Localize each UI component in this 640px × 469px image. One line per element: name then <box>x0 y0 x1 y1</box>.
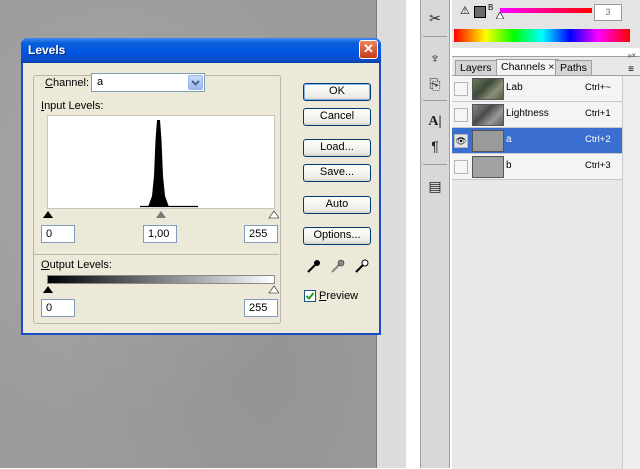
channel-shortcut: Ctrl+2 <box>585 134 611 145</box>
channel-thumbnail <box>472 156 504 178</box>
input-gamma-handle <box>156 211 166 218</box>
paragraph-icon[interactable]: ¶ <box>425 136 445 156</box>
color-spectrum[interactable] <box>454 29 630 42</box>
channel-thumbnail <box>472 130 504 152</box>
channel-name: Lab <box>506 82 523 93</box>
dock-separator <box>423 36 447 37</box>
clone-source-icon[interactable]: ⎘ <box>425 74 445 94</box>
eye-icon: 👁 <box>455 136 467 146</box>
checkmark-icon <box>305 292 315 300</box>
panel-close-icon[interactable]: × <box>631 51 636 60</box>
channel-row-lab[interactable]: Lab Ctrl+~ <box>452 76 622 102</box>
output-levels-divider <box>33 254 279 255</box>
brightness-slider-handle[interactable] <box>496 12 504 19</box>
warning-icon: ⚠ <box>460 5 470 17</box>
gray-eyedropper-icon[interactable] <box>330 258 346 274</box>
brushes-icon[interactable]: ♆ <box>425 48 445 68</box>
channels-panel: » × Layers Channels × Paths ≡ Lab Ctrl+~… <box>452 51 640 469</box>
histogram-graph <box>140 120 198 208</box>
options-button[interactable]: Options... <box>303 227 371 245</box>
panel-menu-icon[interactable]: ≡ <box>628 64 634 75</box>
channel-shortcut: Ctrl+1 <box>585 108 611 119</box>
channel-name: Lightness <box>506 108 549 119</box>
channel-row-lightness[interactable]: Lightness Ctrl+1 <box>452 102 622 128</box>
output-slider[interactable] <box>43 285 279 295</box>
dock-separator <box>423 164 447 165</box>
channel-row-b[interactable]: b Ctrl+3 <box>452 154 622 180</box>
notes-icon[interactable]: ▤ <box>425 176 445 196</box>
output-black-point-handle <box>43 286 53 293</box>
save-button[interactable]: Save... <box>303 164 371 182</box>
channel-label-text: hannel: <box>52 77 90 89</box>
channel-shortcut: Ctrl+3 <box>585 160 611 171</box>
channel-row-a[interactable]: 👁 a Ctrl+2 <box>452 128 622 154</box>
input-black-point-handle <box>43 211 53 218</box>
panel-dock-icons: ✂ ♆ ⎘ A| ¶ ▤ <box>420 0 450 468</box>
tool-presets-icon[interactable]: ✂ <box>425 8 445 28</box>
brightness-slider[interactable] <box>500 8 592 13</box>
input-levels-label: Input Levels: <box>41 100 104 112</box>
dock-separator <box>423 100 447 101</box>
tab-close-icon[interactable]: × <box>548 61 554 73</box>
levels-dialog: Levels ✕ Channel: a Input Levels: 0 1,00… <box>21 38 381 335</box>
ok-button[interactable]: OK <box>303 83 371 101</box>
channel-select-value: a <box>97 76 104 88</box>
channel-name: a <box>506 134 512 145</box>
preview-checkbox[interactable] <box>304 290 316 302</box>
output-white-point-handle <box>268 285 279 294</box>
brightness-field[interactable]: 3 <box>594 4 622 21</box>
close-icon: ✕ <box>363 41 374 56</box>
cancel-button[interactable]: Cancel <box>303 108 371 126</box>
dialog-title: Levels <box>28 43 66 57</box>
visibility-toggle[interactable] <box>454 108 468 122</box>
character-icon[interactable]: A| <box>425 112 445 132</box>
histogram <box>47 115 275 209</box>
tab-paths[interactable]: Paths <box>555 60 592 75</box>
output-white-field[interactable]: 255 <box>244 299 278 317</box>
input-slider[interactable] <box>43 210 279 220</box>
white-eyedropper-icon[interactable] <box>354 258 370 274</box>
channel-select[interactable]: a <box>91 73 205 92</box>
visibility-toggle[interactable] <box>454 82 468 96</box>
chevron-down-icon <box>191 80 200 86</box>
channel-name: b <box>506 160 512 171</box>
channel-shortcut: Ctrl+~ <box>585 82 611 93</box>
auto-button[interactable]: Auto <box>303 196 371 214</box>
load-button[interactable]: Load... <box>303 139 371 157</box>
output-levels-label: Output Levels: <box>41 259 112 271</box>
input-black-field[interactable]: 0 <box>41 225 75 243</box>
tab-layers[interactable]: Layers <box>455 60 497 75</box>
channel-label: Channel: <box>45 77 90 89</box>
color-swatch[interactable] <box>474 6 486 18</box>
input-white-field[interactable]: 255 <box>244 225 278 243</box>
output-black-field[interactable]: 0 <box>41 299 75 317</box>
channel-thumbnail <box>472 104 504 126</box>
visibility-toggle[interactable] <box>454 160 468 174</box>
visibility-toggle[interactable]: 👁 <box>454 134 468 148</box>
brightness-label: B <box>488 3 494 12</box>
output-gradient <box>47 275 275 284</box>
preview-label: Preview <box>319 290 359 302</box>
channel-thumbnail <box>472 78 504 100</box>
close-button[interactable]: ✕ <box>359 40 378 59</box>
panel-scrollbar[interactable] <box>622 76 640 469</box>
input-white-point-handle <box>268 210 279 219</box>
tab-channels[interactable]: Channels × <box>496 59 560 75</box>
dropdown-button[interactable] <box>188 75 203 90</box>
dialog-titlebar[interactable]: Levels ✕ <box>21 38 381 63</box>
black-eyedropper-icon[interactable] <box>306 258 322 274</box>
input-gamma-field[interactable]: 1,00 <box>143 225 177 243</box>
